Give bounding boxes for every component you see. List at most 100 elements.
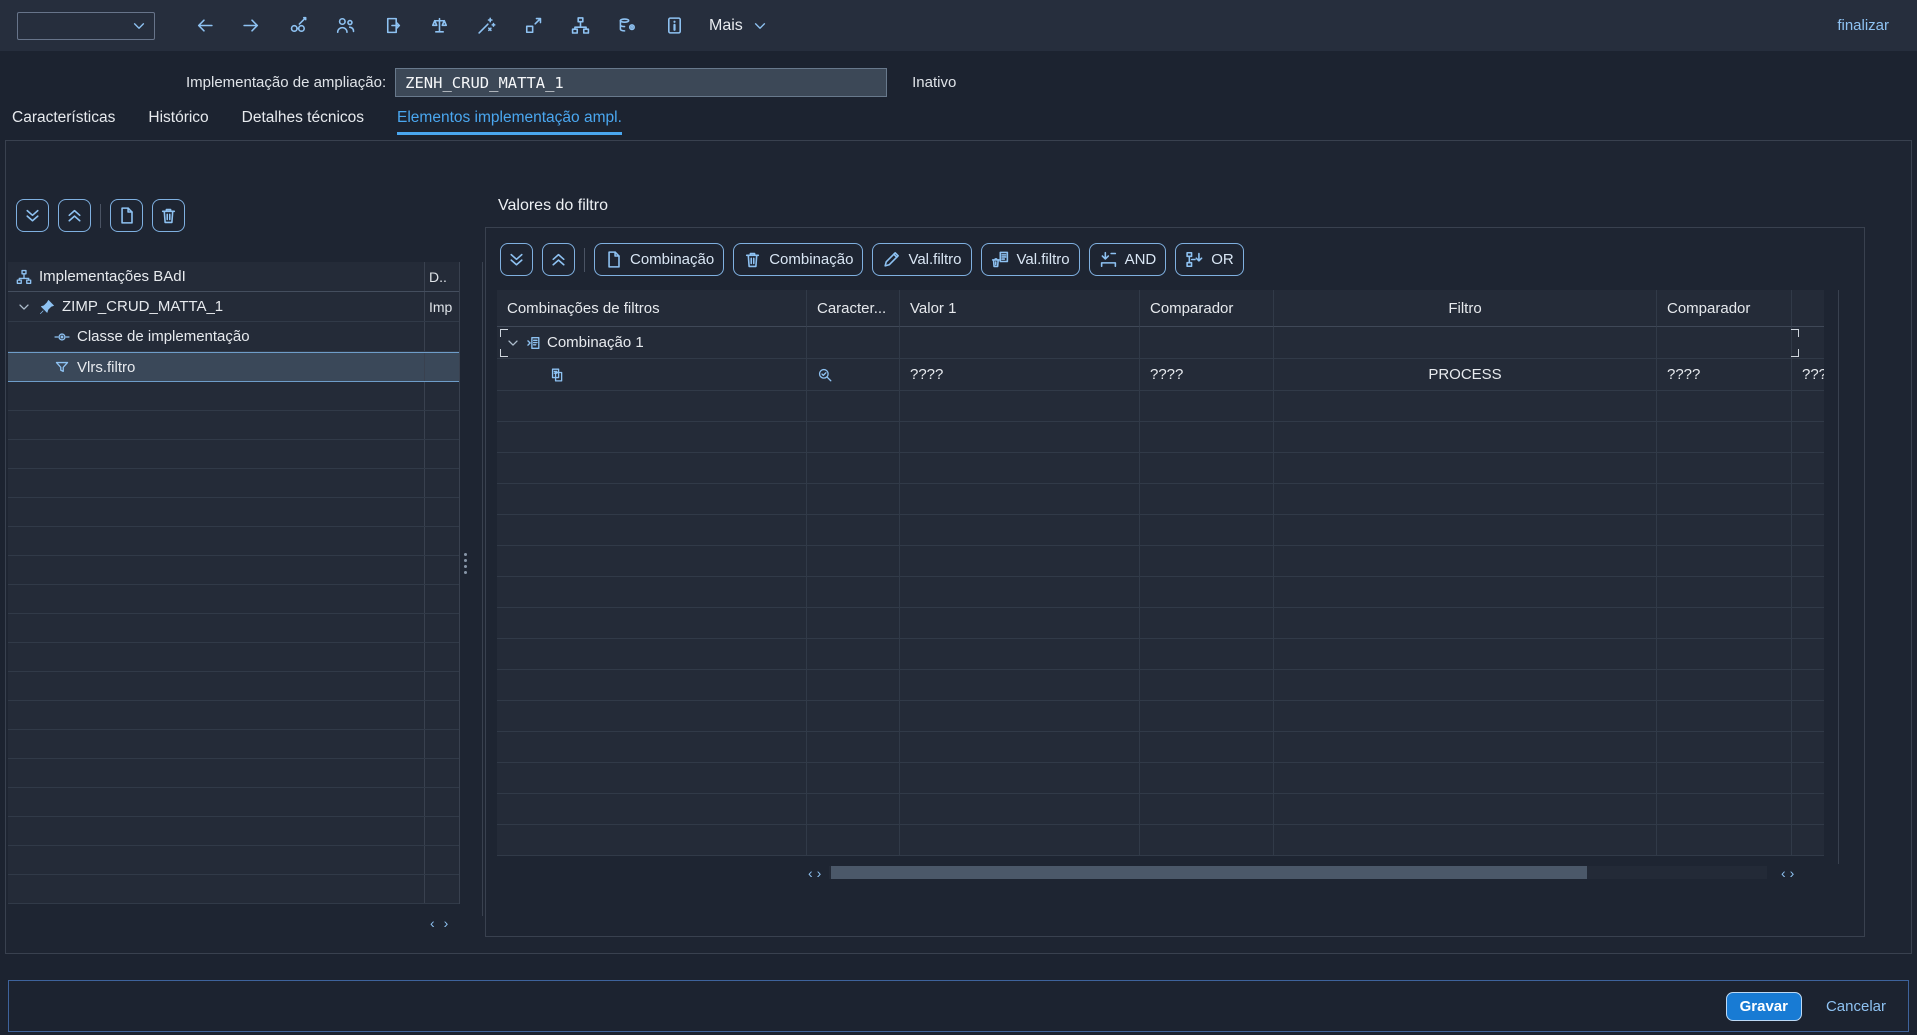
copy-button[interactable] xyxy=(374,8,410,44)
scale-icon xyxy=(430,16,449,35)
and-button[interactable]: AND xyxy=(1089,243,1167,276)
tree-empty-row xyxy=(8,643,459,672)
scroll-arrows-left[interactable]: ‹› xyxy=(808,865,825,881)
filter-values-title: Valores do filtro xyxy=(498,197,608,215)
implementation-label: Implementação de ampliação: xyxy=(186,74,386,91)
focus-corner xyxy=(1791,329,1799,337)
tree-empty-row xyxy=(8,440,459,469)
scroll-arrows-right[interactable]: ‹› xyxy=(1781,865,1798,881)
delete-implementation-button[interactable] xyxy=(152,199,185,232)
forward-button[interactable] xyxy=(233,8,269,44)
tree-empty-row xyxy=(8,498,459,527)
back-button[interactable] xyxy=(186,8,222,44)
more-menu-label: Mais xyxy=(709,17,743,35)
col-header-caracter[interactable]: Caracter... xyxy=(807,290,900,327)
delete-filter-value-button[interactable]: Val.filtro xyxy=(981,243,1080,276)
coins-eye-icon xyxy=(618,16,637,35)
combination-icon xyxy=(526,335,542,351)
filtro-cell[interactable]: PROCESS xyxy=(1274,359,1657,391)
col-header-filtro[interactable]: Filtro xyxy=(1274,290,1657,327)
tree-empty-row xyxy=(8,614,459,643)
class-icon xyxy=(54,329,70,345)
left-tree-hscroll[interactable]: ‹› xyxy=(430,915,448,931)
more-menu-button[interactable]: Mais xyxy=(709,17,768,35)
valor1-cell[interactable]: ???? xyxy=(900,359,1140,391)
or-button[interactable]: OR xyxy=(1175,243,1244,276)
tree-empty-row xyxy=(8,817,459,846)
expander-chevron-icon[interactable] xyxy=(16,299,32,315)
tab-historico[interactable]: Histórico xyxy=(148,109,208,135)
filter-table-empty-row xyxy=(497,546,1824,577)
filter-values-group: Combinação Combinação Val.filtro Val.fil… xyxy=(485,227,1865,937)
tab-detalhes-tecnicos[interactable]: Detalhes técnicos xyxy=(242,109,364,135)
document-export-icon xyxy=(383,16,402,35)
button-label: Combinação xyxy=(630,251,714,268)
trash-icon xyxy=(159,206,178,225)
tab-caracteristicas[interactable]: Características xyxy=(12,109,115,135)
combination-row[interactable]: Combinação 1 xyxy=(497,327,1824,359)
main-panel: Implementações BAdI D.. ZIMP_CRUD_MATTA_… xyxy=(5,140,1912,954)
implementation-input[interactable]: ZENH_CRUD_MATTA_1 xyxy=(395,68,887,97)
collapse-all-button[interactable] xyxy=(58,199,91,232)
tree-row-vlrs-filtro[interactable]: Vlrs.filtro xyxy=(8,352,459,382)
col-header-combinacoes[interactable]: Combinações de filtros xyxy=(497,290,807,327)
resize-icon xyxy=(524,16,543,35)
filter-combinations-table: Combinações de filtros Caracter... Valor… xyxy=(497,290,1824,856)
cancel-button[interactable]: Cancelar xyxy=(1826,998,1886,1015)
org-chart-icon xyxy=(16,269,32,285)
tree-row-label: Classe de implementação xyxy=(77,328,250,345)
combination-label: Combinação 1 xyxy=(547,334,644,351)
display-change-button[interactable] xyxy=(280,8,316,44)
tab-elementos-implementacao[interactable]: Elementos implementação ampl. xyxy=(397,109,622,135)
tree-empty-row xyxy=(8,469,459,498)
tab-strip: Características Histórico Detalhes técni… xyxy=(0,109,1917,135)
filter-value-row[interactable]: ???? ???? PROCESS ???? ???? xyxy=(497,359,1824,391)
table-vscrollbar-track[interactable] xyxy=(1838,290,1839,864)
clipped-cell[interactable]: ???? xyxy=(1792,359,1824,391)
magnifier-check-icon[interactable] xyxy=(817,367,833,383)
tree-empty-row xyxy=(8,701,459,730)
pattern-button[interactable] xyxy=(468,8,504,44)
other-object-button[interactable] xyxy=(327,8,363,44)
comparador2-cell[interactable]: ???? xyxy=(1657,359,1792,391)
expand-all-button[interactable] xyxy=(16,199,49,232)
finalize-button[interactable]: finalizar xyxy=(1837,17,1889,34)
col-header-comparador[interactable]: Comparador xyxy=(1140,290,1274,327)
button-label: Val.filtro xyxy=(908,251,961,268)
tree-row-classe[interactable]: Classe de implementação xyxy=(8,322,459,352)
scrollbar-thumb[interactable] xyxy=(831,866,1587,879)
edit-filter-value-button[interactable]: Val.filtro xyxy=(872,243,971,276)
pencil-icon xyxy=(882,250,901,269)
object-list-button[interactable] xyxy=(609,8,645,44)
glasses-pencil-icon xyxy=(289,16,308,35)
pin-icon xyxy=(39,299,55,315)
hierarchy-button[interactable] xyxy=(562,8,598,44)
filter-table-empty-row xyxy=(497,608,1824,639)
comparador-cell[interactable]: ???? xyxy=(1140,359,1274,391)
table-hscrollbar[interactable]: ‹› xyxy=(808,864,1767,881)
collapse-all-button[interactable] xyxy=(542,243,575,276)
resize-button[interactable] xyxy=(515,8,551,44)
col-header-comparador2[interactable]: Comparador xyxy=(1657,290,1792,327)
delete-combination-button[interactable]: Combinação xyxy=(733,243,863,276)
col-header-valor1[interactable]: Valor 1 xyxy=(900,290,1140,327)
panel-splitter-handle[interactable] xyxy=(462,553,469,574)
expand-all-button[interactable] xyxy=(500,243,533,276)
tree-row-label: ZIMP_CRUD_MATTA_1 xyxy=(62,298,223,315)
info-icon xyxy=(665,16,684,35)
create-implementation-button[interactable] xyxy=(110,199,143,232)
create-combination-button[interactable]: Combinação xyxy=(594,243,724,276)
status-text: Inativo xyxy=(912,74,956,91)
save-button[interactable]: Gravar xyxy=(1726,992,1802,1021)
information-button[interactable] xyxy=(656,8,692,44)
filter-table-empty-row xyxy=(497,391,1824,422)
tree-row-zimp[interactable]: ZIMP_CRUD_MATTA_1 Imp xyxy=(8,292,459,322)
footer-bar: Gravar Cancelar xyxy=(8,980,1909,1032)
back-arrow-icon xyxy=(195,16,214,35)
tree-row-col2 xyxy=(424,353,459,381)
check-button[interactable] xyxy=(421,8,457,44)
left-panel-scrollbar-track[interactable] xyxy=(482,262,483,916)
command-field[interactable] xyxy=(17,12,155,40)
scrollbar-track[interactable] xyxy=(829,866,1767,879)
table-hscrollbar-right[interactable]: ‹› xyxy=(1781,864,1798,881)
